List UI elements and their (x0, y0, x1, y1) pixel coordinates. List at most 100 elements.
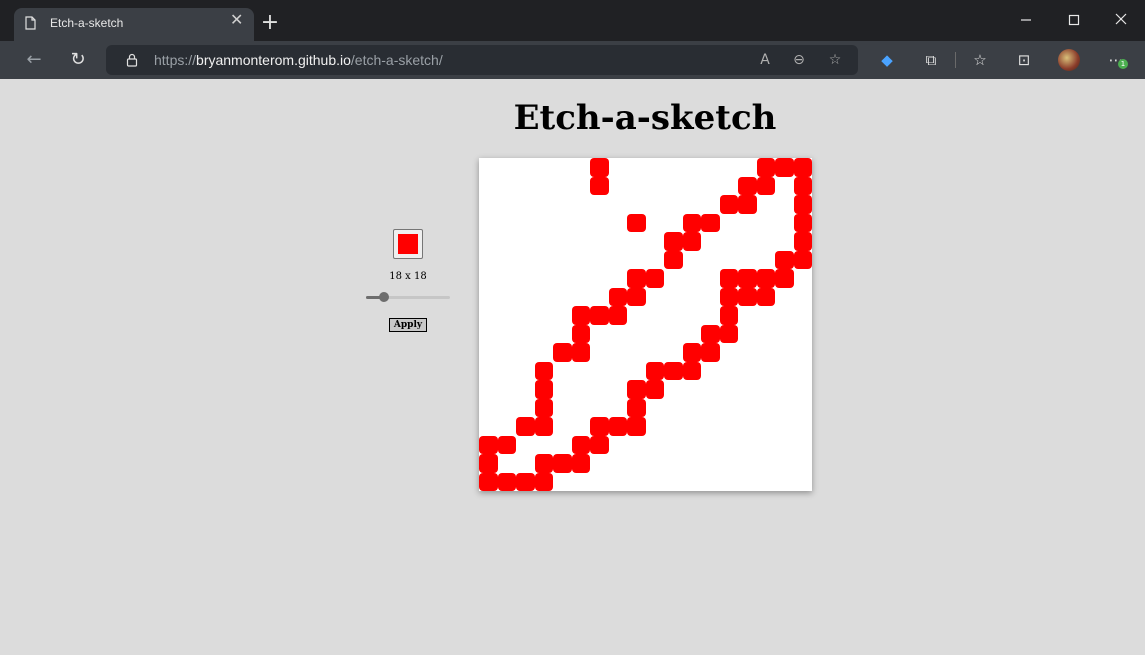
address-bar[interactable]: https://bryanmonterom.github.io/etch-a-s… (106, 45, 858, 75)
grid-cell[interactable] (516, 472, 535, 492)
grid-cell[interactable] (719, 195, 739, 214)
grid-cell[interactable] (756, 158, 776, 177)
grid-cell[interactable] (553, 343, 572, 362)
read-aloud-icon[interactable]: A (756, 51, 774, 69)
grid-cell[interactable] (645, 380, 665, 399)
grid-cell[interactable] (682, 232, 702, 251)
grid-cell[interactable] (516, 417, 535, 436)
favorites-icon[interactable]: ☆ (969, 50, 991, 70)
apply-button[interactable]: Apply (388, 318, 428, 332)
grid-cell[interactable] (627, 213, 646, 233)
grid-cell[interactable] (775, 269, 794, 288)
grid-cell[interactable] (479, 454, 498, 473)
zoom-out-icon[interactable]: ⊖ (790, 51, 808, 69)
active-tab[interactable]: Etch-a-sketch ✕ (14, 8, 254, 41)
grid-cell[interactable] (590, 158, 609, 177)
color-picker[interactable] (393, 229, 423, 259)
url-scheme: https:// (154, 52, 197, 68)
grid-cell[interactable] (701, 324, 720, 344)
grid-cell[interactable] (571, 306, 591, 325)
grid-cell[interactable] (719, 269, 739, 288)
grid-cell[interactable] (479, 472, 498, 492)
grid-cell[interactable] (534, 380, 554, 399)
tab-close-icon[interactable]: ✕ (230, 12, 244, 28)
sketch-board[interactable] (479, 158, 813, 492)
grid-cell[interactable] (627, 287, 646, 307)
controls-panel: 18 x 18 Apply (362, 229, 454, 332)
grid-cell[interactable] (497, 472, 517, 492)
grid-size-slider[interactable] (366, 292, 450, 302)
grid-cell[interactable] (682, 361, 702, 381)
maximize-icon[interactable] (1064, 10, 1084, 30)
grid-cell[interactable] (534, 361, 554, 381)
profile-avatar[interactable] (1058, 49, 1080, 71)
grid-cell[interactable] (664, 232, 683, 251)
grid-cell[interactable] (793, 195, 813, 214)
grid-cell[interactable] (664, 250, 683, 270)
grid-cell[interactable] (701, 343, 720, 362)
grid-cell[interactable] (627, 269, 646, 288)
grid-cell[interactable] (738, 287, 757, 307)
grid-cell[interactable] (571, 343, 591, 362)
grid-cell[interactable] (534, 398, 554, 418)
add-favorite-icon[interactable]: ☆ (826, 51, 844, 69)
minimize-icon[interactable] (1016, 10, 1036, 30)
grid-cell[interactable] (682, 213, 702, 233)
grid-cell[interactable] (756, 287, 776, 307)
grid-cell[interactable] (793, 176, 813, 196)
grid-cell[interactable] (719, 287, 739, 307)
grid-cell[interactable] (590, 176, 609, 196)
grid-cell[interactable] (479, 435, 498, 455)
color-picker-fill (398, 234, 418, 254)
grid-cell[interactable] (793, 232, 813, 251)
new-tab-button[interactable]: + (260, 12, 280, 34)
grid-cell[interactable] (608, 417, 628, 436)
collections-icon[interactable]: ⊡ (1013, 50, 1035, 70)
grid-cell[interactable] (645, 361, 665, 381)
grid-cell[interactable] (756, 176, 776, 196)
grid-cell[interactable] (590, 417, 609, 436)
grid-cell[interactable] (534, 454, 554, 473)
grid-cell[interactable] (756, 269, 776, 288)
grid-cell[interactable] (627, 380, 646, 399)
grid-cell[interactable] (590, 435, 609, 455)
grid-cell[interactable] (701, 213, 720, 233)
refresh-icon[interactable]: ↻ (67, 49, 89, 71)
grid-cell[interactable] (775, 158, 794, 177)
browser-toolbar: ← ↻ https://bryanmonterom.github.io/etch… (0, 41, 1145, 79)
toolbar-divider (955, 52, 956, 68)
window-close-icon[interactable] (1111, 10, 1131, 30)
grid-cell[interactable] (553, 454, 572, 473)
grid-cell[interactable] (497, 435, 517, 455)
grid-cell[interactable] (627, 417, 646, 436)
extensions-icon[interactable]: ⧉ (920, 50, 942, 70)
grid-cell[interactable] (719, 324, 739, 344)
url-host: bryanmonterom.github.io (196, 52, 351, 68)
grid-cell[interactable] (571, 435, 591, 455)
page-title: Etch-a-sketch (513, 98, 777, 138)
tab-strip: Etch-a-sketch ✕ + (0, 0, 1145, 41)
grid-cell[interactable] (793, 213, 813, 233)
url-text[interactable]: https://bryanmonterom.github.io/etch-a-s… (154, 52, 443, 68)
grid-cell[interactable] (571, 454, 591, 473)
slider-thumb[interactable] (379, 292, 390, 302)
grid-cell[interactable] (534, 417, 554, 436)
grid-cell[interactable] (608, 287, 628, 307)
extension-diamond-icon[interactable]: ◆ (876, 50, 898, 70)
grid-cell[interactable] (738, 176, 757, 196)
grid-cell[interactable] (571, 324, 591, 344)
grid-cell[interactable] (608, 306, 628, 325)
grid-cell[interactable] (664, 361, 683, 381)
grid-cell[interactable] (534, 472, 554, 492)
grid-cell[interactable] (627, 398, 646, 418)
grid-cell[interactable] (793, 158, 813, 177)
grid-cell[interactable] (793, 250, 813, 270)
grid-cell[interactable] (738, 195, 757, 214)
back-arrow-icon[interactable]: ← (23, 49, 45, 71)
grid-cell[interactable] (719, 306, 739, 325)
grid-cell[interactable] (775, 250, 794, 270)
grid-cell[interactable] (590, 306, 609, 325)
grid-cell[interactable] (738, 269, 757, 288)
grid-cell[interactable] (645, 269, 665, 288)
grid-cell[interactable] (682, 343, 702, 362)
